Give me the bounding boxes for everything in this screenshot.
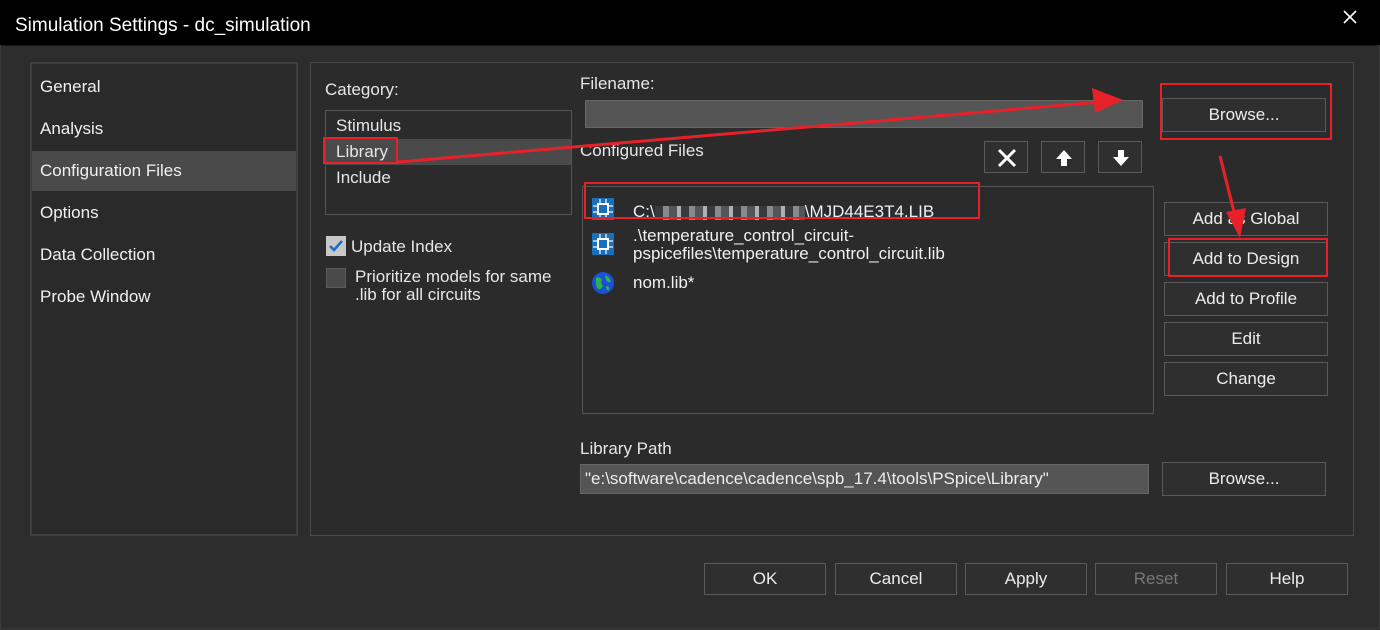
arrow-down-icon [1113, 150, 1129, 166]
chip-icon [592, 233, 614, 255]
library-path-input[interactable] [580, 464, 1149, 494]
move-up-button[interactable] [1041, 141, 1085, 173]
filename-input[interactable] [585, 100, 1143, 128]
file-path-line2: pspicefiles\temperature_control_circuit.… [633, 244, 945, 263]
category-item-stimulus[interactable]: Stimulus [326, 113, 571, 139]
file-path-text: C:\ \MJD44E3T4.LIB [633, 203, 934, 221]
category-item-include[interactable]: Include [326, 165, 571, 191]
settings-nav: General Analysis Configuration Files Opt… [30, 62, 298, 536]
checkmark-icon [329, 240, 343, 252]
category-label: Category: [325, 80, 399, 99]
prioritize-models-label-line2: .lib for all circuits [355, 285, 481, 304]
prioritize-models-label-line1: Prioritize models for same [355, 267, 552, 286]
window-title: Simulation Settings - dc_simulation [15, 15, 311, 36]
close-icon[interactable] [1343, 10, 1357, 24]
category-item-library[interactable]: Library [326, 139, 571, 165]
file-path-prefix: C:\ [633, 202, 655, 221]
nav-item-probe-window[interactable]: Probe Window [32, 277, 296, 317]
file-item-nom-lib[interactable]: nom.lib* [583, 269, 1153, 299]
prioritize-models-checkbox[interactable] [326, 268, 346, 288]
ok-button[interactable]: OK [704, 563, 826, 595]
configured-files-list[interactable]: C:\ \MJD44E3T4.LIB .\temperature_control_… [582, 186, 1154, 414]
reset-button[interactable]: Reset [1095, 563, 1217, 595]
cancel-button[interactable]: Cancel [835, 563, 957, 595]
change-button[interactable]: Change [1164, 362, 1328, 396]
chip-icon [592, 198, 614, 220]
nav-item-configuration-files[interactable]: Configuration Files [32, 151, 296, 191]
add-as-global-button[interactable]: Add as Global [1164, 202, 1328, 236]
category-list[interactable]: Stimulus Library Include [325, 110, 572, 215]
nav-item-general[interactable]: General [32, 67, 296, 107]
nav-item-options[interactable]: Options [32, 193, 296, 233]
nav-item-analysis[interactable]: Analysis [32, 109, 296, 149]
file-item-temperature-control[interactable]: .\temperature_control_circuit- pspicefil… [583, 227, 1153, 267]
move-down-button[interactable] [1098, 141, 1142, 173]
browse-path-button[interactable]: Browse... [1162, 462, 1326, 496]
file-path-suffix: \MJD44E3T4.LIB [804, 202, 935, 221]
nav-item-data-collection[interactable]: Data Collection [32, 235, 296, 275]
update-index-label: Update Index [351, 237, 453, 256]
delete-x-icon [997, 148, 1017, 168]
help-button[interactable]: Help [1226, 563, 1348, 595]
update-index-checkbox[interactable] [326, 236, 346, 256]
apply-button[interactable]: Apply [965, 563, 1087, 595]
add-to-profile-button[interactable]: Add to Profile [1164, 282, 1328, 316]
file-name-text: nom.lib* [633, 273, 695, 292]
file-item-mjd44e3t4[interactable]: C:\ \MJD44E3T4.LIB [583, 193, 1153, 223]
delete-file-button[interactable] [984, 141, 1028, 173]
globe-icon [592, 272, 614, 294]
browse-file-button[interactable]: Browse... [1162, 98, 1326, 132]
library-path-label: Library Path [580, 439, 672, 458]
edit-button[interactable]: Edit [1164, 322, 1328, 356]
configured-files-label: Configured Files [580, 141, 704, 160]
title-bar: Simulation Settings - dc_simulation [0, 0, 1380, 46]
redacted-path [654, 205, 805, 220]
arrow-up-icon [1056, 150, 1072, 166]
file-path-line1: .\temperature_control_circuit- [633, 226, 855, 245]
add-to-design-button[interactable]: Add to Design [1164, 242, 1328, 276]
filename-label: Filename: [580, 74, 655, 93]
